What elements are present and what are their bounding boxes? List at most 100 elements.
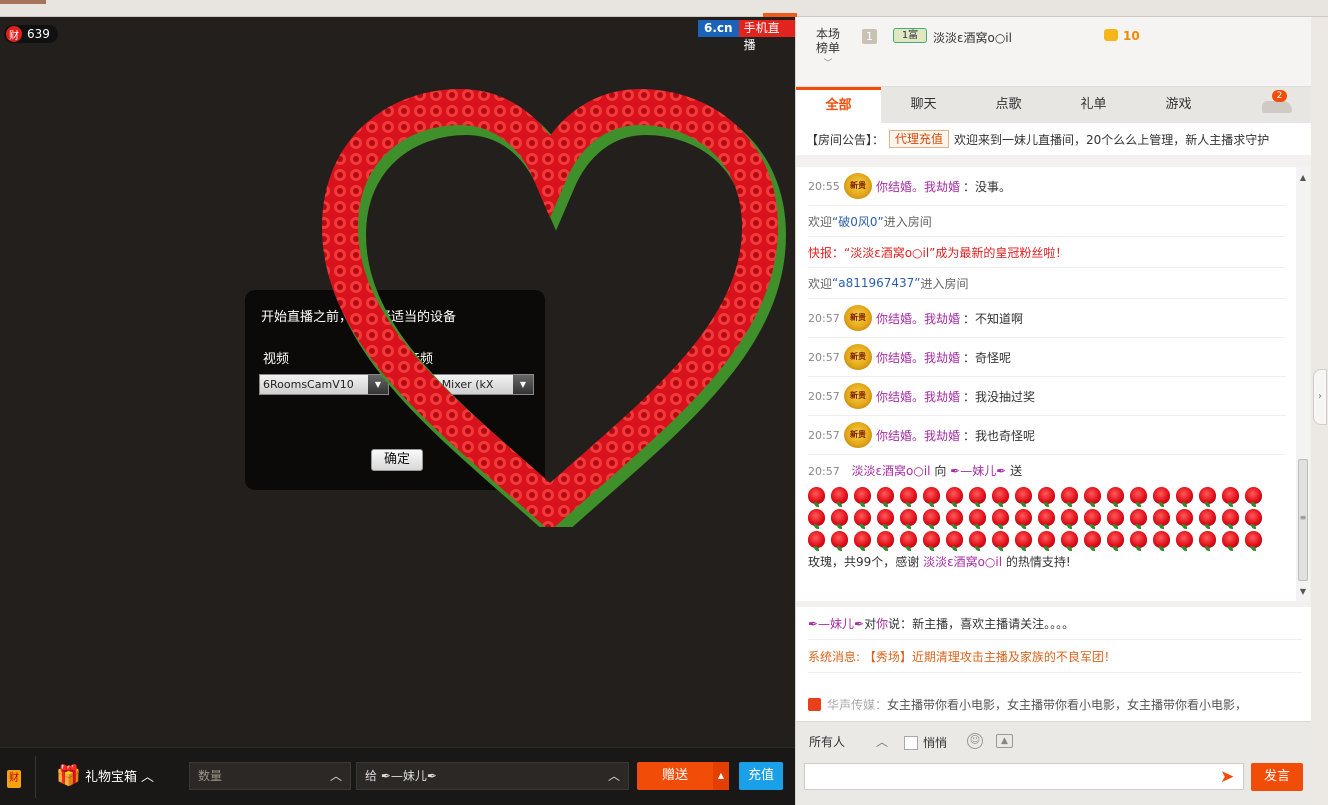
recipient-select[interactable]: 给 ✒—妹儿✒ ︿: [356, 762, 629, 790]
send-plane-icon[interactable]: ➤: [1220, 767, 1234, 787]
chat-tabs: 全部 聊天 点歌 礼单 游戏 2: [796, 87, 1312, 123]
system-welcome: 欢迎 “破0风0” 进入房间: [808, 206, 1286, 237]
private-said: 说：: [888, 616, 913, 631]
chat-message: 20:57 新贵 你结婚。我劫婚 ：不知道啊: [808, 299, 1286, 338]
welcome-suffix: 进入房间: [920, 276, 969, 291]
emoji-icon[interactable]: ☺: [967, 733, 983, 749]
rose-icon: [969, 487, 986, 507]
gift-box-label: 礼物宝箱: [85, 769, 138, 785]
welcome-prefix: 欢迎: [808, 276, 833, 291]
recipient-value: 给 ✒—妹儿✒: [365, 769, 437, 783]
welcome-user[interactable]: “破0风0”: [832, 213, 884, 230]
tab-songs[interactable]: 点歌: [966, 87, 1051, 123]
rose-icon: [1015, 509, 1032, 529]
chat-message-input[interactable]: [804, 763, 1244, 790]
welcome-user[interactable]: “a811967437”: [832, 276, 921, 290]
speak-button[interactable]: 发言: [1251, 763, 1303, 791]
rank-number: 1: [862, 29, 877, 44]
rose-icon: [946, 487, 963, 507]
flash-news: 快报：“淡淡ε酒窝o○il”成为最新的皇冠粉丝啦！: [808, 237, 1286, 268]
rose-icon: [1015, 531, 1032, 551]
tab-all[interactable]: 全部: [796, 87, 881, 123]
tab-games[interactable]: 游戏: [1136, 87, 1221, 123]
tab-gift-list[interactable]: 礼单: [1051, 87, 1136, 123]
rose-icon: [1153, 487, 1170, 507]
gift-summary-prefix: 玫瑰，共99个，感谢: [808, 555, 924, 569]
rose-icon: [946, 509, 963, 529]
scroll-thumb[interactable]: ≡: [1298, 459, 1308, 581]
chevron-up-icon: ︿: [329, 769, 342, 783]
private-sender[interactable]: ✒—妹儿✒: [808, 615, 864, 632]
chat-log[interactable]: 20:55 新贵 你结婚。我劫婚 ：没事。 欢迎 “破0风0” 进入房间 快报：…: [796, 167, 1296, 601]
rose-icon: [900, 509, 917, 529]
system-message-text: 系统消息: 【秀场】近期清理攻击主播及家族的不良军团！: [808, 649, 1116, 664]
system-welcome: 欢迎 “a811967437” 进入房间: [808, 268, 1286, 299]
gift-box-button[interactable]: 🎁 礼物宝箱 ︿: [56, 764, 154, 786]
rose-icon: [1084, 487, 1101, 507]
rose-icon: [923, 509, 940, 529]
notice-text: 欢迎来到一妹儿直播间，20个么么上管理，新人主播求守护: [954, 132, 1270, 147]
agent-recharge-link[interactable]: 代理充值: [889, 130, 950, 148]
rose-icon: [1130, 509, 1147, 529]
rose-icon: [969, 531, 986, 551]
gift-sender[interactable]: 淡淡ε酒窝o○il: [852, 464, 931, 478]
avatar[interactable]: [0, 0, 46, 4]
rose-icon: [1061, 509, 1078, 529]
send-gift-button[interactable]: 赠送 ▲: [637, 762, 729, 790]
rank-toggle[interactable]: 本场榜单 ﹀: [815, 27, 841, 71]
car-count-badge: 2: [1272, 90, 1287, 102]
send-gift-label: 赠送: [661, 768, 688, 783]
rose-icon: [1199, 487, 1216, 507]
fortune-icon[interactable]: 财: [7, 770, 21, 788]
rose-icon: [1084, 531, 1101, 551]
message-time: 20:57: [808, 350, 840, 364]
rose-icon: [831, 509, 848, 529]
chat-target-value: 所有人: [809, 735, 846, 749]
rose-icon: [877, 531, 894, 551]
coin-icon: [1104, 29, 1118, 41]
chat-target-select[interactable]: 所有人 ︿: [804, 730, 890, 754]
car-icon[interactable]: [1262, 101, 1292, 113]
private-messages: ✒—妹儿✒ 对 你 说： 新主播，喜欢主播请关注。。。。 系统消息: 【秀场】近…: [796, 607, 1312, 687]
rose-icon: [1199, 509, 1216, 529]
viewer-count: 639: [27, 27, 50, 41]
rose-icon: [1222, 531, 1239, 551]
rose-icon: [900, 487, 917, 507]
scroll-down-icon[interactable]: ▼: [1296, 585, 1310, 599]
caret-up-icon[interactable]: ▲: [713, 762, 729, 790]
message-user[interactable]: 你结婚。我劫婚: [876, 178, 960, 195]
vip-badge-icon: 新贵: [844, 305, 872, 331]
message-user[interactable]: 你结婚。我劫婚: [876, 310, 960, 327]
scroll-up-icon[interactable]: ▲: [1296, 171, 1310, 185]
collapse-handle-icon[interactable]: ›: [1313, 369, 1327, 425]
vip-badge-icon: 新贵: [844, 173, 872, 199]
rank-user-name[interactable]: 淡淡ε酒窝o○il: [933, 29, 1012, 46]
rose-icon: [923, 487, 940, 507]
chat-message: 20:55 新贵 你结婚。我劫婚 ：没事。: [808, 167, 1286, 206]
checkbox-box[interactable]: [904, 735, 918, 750]
chevron-down-icon: ﹀: [823, 59, 833, 69]
brand-mobile-live: 手机直播: [738, 20, 795, 52]
recharge-button[interactable]: 充值: [739, 762, 783, 790]
rose-icon: [1222, 509, 1239, 529]
rose-icon: [1245, 531, 1262, 551]
message-text: ：我也奇怪呢: [963, 428, 1036, 443]
chat-input-area: 所有人 ︿ 悄悄 ☺ ▲ ➤ 发言: [796, 721, 1312, 805]
gift-message: 20:57 淡淡ε酒窝o○il 向 ✒—妹儿✒ 送 玫瑰，共99个，感谢 淡淡ε…: [808, 455, 1286, 573]
quantity-input[interactable]: 数量 ︿: [189, 762, 351, 790]
gift-recipient[interactable]: ✒—妹儿✒: [950, 464, 1006, 478]
chevron-up-icon: ︿: [607, 769, 620, 783]
viewer-count-badge: 财 639: [4, 25, 58, 43]
video-player[interactable]: 财 639 6.cn 手机直播 开始直播之前，请选择适当的设备 视频 音频 6R…: [0, 17, 795, 747]
message-user[interactable]: 你结婚。我劫婚: [876, 388, 960, 405]
whisper-checkbox[interactable]: 悄悄: [904, 734, 947, 751]
message-user[interactable]: 你结婚。我劫婚: [876, 349, 960, 366]
rose-icon: [1038, 487, 1055, 507]
gift-summary-user[interactable]: 淡淡ε酒窝o○il: [923, 555, 1002, 569]
chat-scrollbar[interactable]: ▲ ≡ ▼: [1296, 167, 1310, 601]
tab-chat[interactable]: 聊天: [881, 87, 966, 123]
image-icon[interactable]: ▲: [996, 734, 1013, 748]
message-user[interactable]: 你结婚。我劫婚: [876, 427, 960, 444]
private-mid: 对: [864, 616, 877, 631]
message-text: ：奇怪呢: [963, 350, 1012, 365]
